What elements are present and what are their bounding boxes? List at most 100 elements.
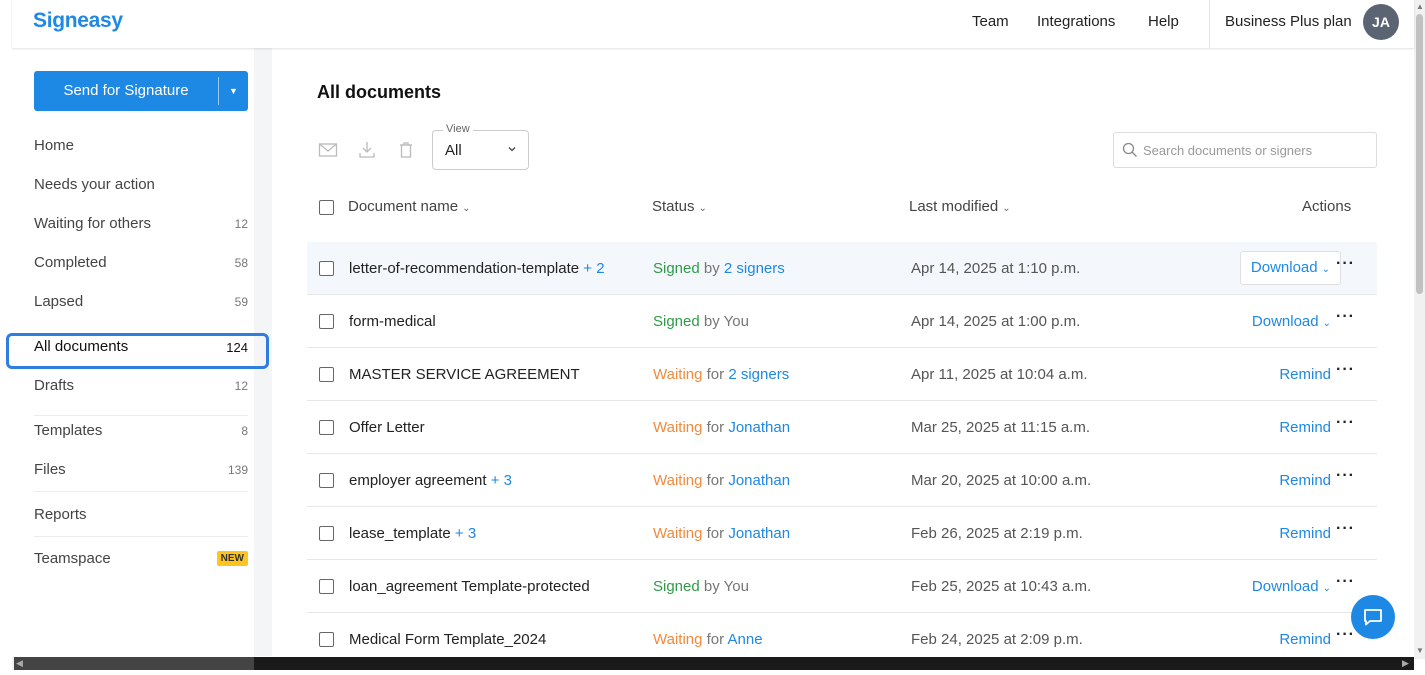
nav-help[interactable]: Help — [1148, 0, 1179, 44]
signeasy-logo[interactable]: Signeasy — [33, 9, 123, 33]
more-options-icon[interactable]: ··· — [1336, 573, 1355, 591]
document-name[interactable]: Medical Form Template_2024 — [349, 631, 546, 648]
vertical-scrollbar-thumb[interactable] — [1416, 14, 1423, 294]
remind-button[interactable]: Remind — [1279, 472, 1331, 489]
vertical-scrollbar[interactable]: ▲ ▼ — [1414, 0, 1425, 659]
download-button[interactable]: Download ⌄ — [1252, 313, 1331, 330]
sidebar-item-teamspace[interactable]: Teamspace NEW — [34, 541, 248, 577]
active-item-highlight — [6, 333, 269, 369]
document-name[interactable]: loan_agreement Template-protected — [349, 578, 590, 595]
horizontal-scrollbar[interactable]: ◀ ▶ — [12, 657, 1414, 670]
view-select[interactable]: View All — [432, 123, 529, 170]
column-header-document-name[interactable]: Document name ⌄ — [348, 198, 470, 215]
extra-files-count[interactable]: + 3 — [491, 472, 512, 489]
table-row[interactable]: letter-of-recommendation-template + 2 Si… — [307, 242, 1377, 295]
download-button[interactable]: Download ⌄ — [1252, 578, 1331, 595]
download-icon[interactable] — [357, 140, 377, 160]
sidebar-item-home[interactable]: Home — [34, 128, 248, 164]
status-label: Waiting — [653, 631, 703, 648]
sidebar-item-templates[interactable]: Templates 8 — [34, 413, 248, 449]
table-row[interactable]: form-medical Signed by You Apr 14, 2025 … — [307, 295, 1377, 348]
status-connector: for — [706, 366, 725, 383]
table-row[interactable]: loan_agreement Template-protected Signed… — [307, 560, 1377, 613]
more-options-icon[interactable]: ··· — [1336, 520, 1355, 538]
document-name[interactable]: letter-of-recommendation-template + 2 — [349, 260, 605, 277]
scroll-left-arrow-icon[interactable]: ◀ — [16, 658, 23, 669]
horizontal-scrollbar-thumb[interactable] — [14, 657, 254, 670]
row-checkbox[interactable] — [319, 632, 334, 647]
download-button[interactable]: Download ⌄ — [1239, 251, 1341, 285]
extra-files-count[interactable]: + 2 — [583, 260, 604, 277]
status-signers-link[interactable]: Jonathan — [728, 419, 790, 436]
row-checkbox[interactable] — [319, 473, 334, 488]
plan-label[interactable]: Business Plus plan — [1225, 0, 1352, 44]
document-name[interactable]: lease_template + 3 — [349, 525, 476, 542]
sidebar-item-label: Completed — [34, 254, 107, 271]
status-signers-link[interactable]: Jonathan — [728, 525, 790, 542]
column-header-status[interactable]: Status ⌄ — [652, 198, 707, 215]
more-options-icon[interactable]: ··· — [1336, 414, 1355, 432]
column-header-label: Document name — [348, 198, 459, 215]
scroll-right-arrow-icon[interactable]: ▶ — [1402, 658, 1409, 669]
more-options-icon[interactable]: ··· — [1336, 308, 1355, 326]
select-all-checkbox[interactable] — [319, 200, 334, 215]
row-checkbox[interactable] — [319, 526, 334, 541]
chat-button[interactable] — [1351, 595, 1395, 639]
sidebar-item-count: 8 — [241, 424, 248, 438]
more-options-icon[interactable]: ··· — [1336, 255, 1355, 273]
remind-button[interactable]: Remind — [1279, 631, 1331, 648]
sidebar-item-completed[interactable]: Completed 58 — [34, 245, 248, 281]
sidebar-item-count: 12 — [234, 217, 248, 231]
document-name-text: employer agreement — [349, 472, 487, 489]
trash-icon[interactable] — [396, 140, 416, 160]
mail-icon[interactable] — [318, 140, 338, 160]
row-checkbox[interactable] — [319, 261, 334, 276]
table-row[interactable]: MASTER SERVICE AGREEMENT Waiting for 2 s… — [307, 348, 1377, 401]
send-for-signature-button[interactable]: Send for Signature ▼ — [34, 71, 248, 111]
more-options-icon[interactable]: ··· — [1336, 467, 1355, 485]
document-name[interactable]: form-medical — [349, 313, 436, 330]
document-name[interactable]: Offer Letter — [349, 419, 425, 436]
row-checkbox[interactable] — [319, 314, 334, 329]
status-signers-link[interactable]: Anne — [728, 631, 763, 648]
user-avatar[interactable]: JA — [1363, 4, 1399, 40]
search-box[interactable] — [1113, 132, 1377, 168]
sidebar-item-needs-your-action[interactable]: Needs your action — [34, 167, 248, 203]
nav-integrations[interactable]: Integrations — [1037, 0, 1115, 44]
remind-button[interactable]: Remind — [1279, 525, 1331, 542]
send-for-signature-label[interactable]: Send for Signature — [34, 71, 218, 111]
nav-team[interactable]: Team — [972, 0, 1009, 44]
status-signers-link[interactable]: Jonathan — [728, 472, 790, 489]
sidebar-item-reports[interactable]: Reports — [34, 497, 248, 533]
caret-down-icon[interactable]: ▼ — [219, 71, 248, 111]
sidebar-item-waiting-for-others[interactable]: Waiting for others 12 — [34, 206, 248, 242]
table-row[interactable]: Offer Letter Waiting for Jonathan Mar 25… — [307, 401, 1377, 454]
sidebar-item-files[interactable]: Files 139 — [34, 452, 248, 488]
status-signers-link[interactable]: 2 signers — [724, 260, 785, 277]
more-options-icon[interactable]: ··· — [1336, 361, 1355, 379]
row-checkbox[interactable] — [319, 579, 334, 594]
table-row[interactable]: lease_template + 3 Waiting for Jonathan … — [307, 507, 1377, 560]
right-margin — [1388, 48, 1414, 656]
search-input[interactable] — [1143, 133, 1373, 167]
status-signers-link[interactable]: 2 signers — [728, 366, 789, 383]
last-modified-date: Apr 11, 2025 at 10:04 a.m. — [911, 366, 1088, 383]
scroll-down-arrow-icon[interactable]: ▼ — [1416, 646, 1424, 655]
document-name[interactable]: employer agreement + 3 — [349, 472, 512, 489]
horizontal-scrollbar-track[interactable] — [254, 657, 1414, 670]
row-checkbox[interactable] — [319, 367, 334, 382]
table-row[interactable]: Medical Form Template_2024 Waiting for A… — [307, 613, 1377, 656]
table-row[interactable]: employer agreement + 3 Waiting for Jonat… — [307, 454, 1377, 507]
sidebar-item-drafts[interactable]: Drafts 12 — [34, 368, 248, 404]
document-status: Waiting for Jonathan — [653, 419, 790, 436]
sidebar-divider — [34, 536, 248, 537]
row-checkbox[interactable] — [319, 420, 334, 435]
remind-button[interactable]: Remind — [1279, 419, 1331, 436]
remind-button[interactable]: Remind — [1279, 366, 1331, 383]
document-name[interactable]: MASTER SERVICE AGREEMENT — [349, 366, 580, 383]
sidebar-item-lapsed[interactable]: Lapsed 59 — [34, 284, 248, 320]
extra-files-count[interactable]: + 3 — [455, 525, 476, 542]
chevron-down-icon — [508, 147, 516, 152]
column-header-last-modified[interactable]: Last modified ⌄ — [909, 198, 1011, 215]
scroll-up-arrow-icon[interactable]: ▲ — [1416, 2, 1424, 11]
